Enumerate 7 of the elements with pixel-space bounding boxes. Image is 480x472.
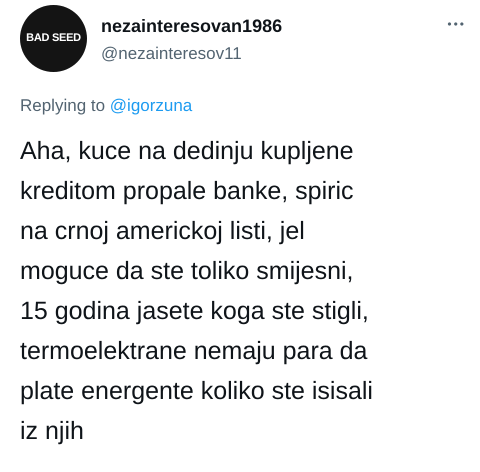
more-options-button[interactable]: ••• [447,15,466,33]
replying-label: Replying to [20,96,106,115]
user-handle[interactable]: @nezainteresov11 [101,43,282,65]
tweet-text: Aha, kuce na dedinju kupljene kreditom propale banke, spiric na crnoj americkoj listi, jel moguce da ste toliko smijesni, 15 godina jasete koga ste stigli, termoelektrane nemaju para da plate energente koliko ste isisali iz njih [20,136,374,447]
avatar[interactable]: BAD SEED [20,5,87,72]
avatar-text: BAD SEED [26,31,81,46]
display-name[interactable]: nezainteresovan1986 [101,15,282,37]
